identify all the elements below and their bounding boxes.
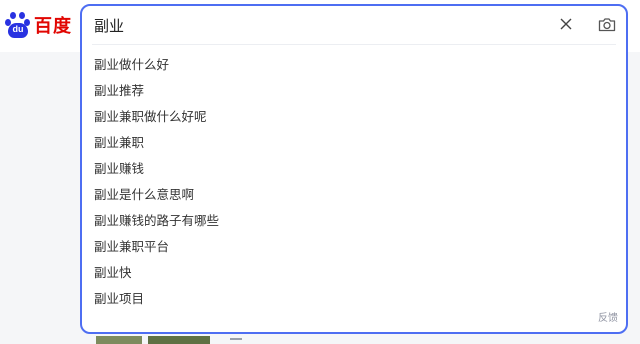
divider bbox=[92, 44, 616, 45]
camera-search-button[interactable] bbox=[594, 12, 620, 36]
suggestion-item[interactable]: 副业推荐 bbox=[82, 78, 626, 104]
thumbnail-partial bbox=[96, 336, 142, 344]
camera-icon bbox=[598, 17, 616, 31]
logo-mark-text: du bbox=[12, 24, 24, 34]
baidu-logo[interactable]: du 百度 bbox=[4, 10, 72, 40]
suggestion-item[interactable]: 副业兼职平台 bbox=[82, 234, 626, 260]
suggestion-list: 副业做什么好 副业推荐 副业兼职做什么好呢 副业兼职 副业赚钱 副业是什么意思啊 副业赚钱的… bbox=[82, 52, 626, 312]
thumbnail-partial bbox=[148, 336, 210, 344]
close-icon bbox=[560, 18, 572, 30]
search-input[interactable]: 副业 bbox=[94, 15, 124, 36]
logo-text: 百度 bbox=[34, 16, 72, 37]
suggestion-item[interactable]: 副业做什么好 bbox=[82, 52, 626, 78]
suggestion-item[interactable]: 副业兼职 bbox=[82, 130, 626, 156]
suggestion-item[interactable]: 副业是什么意思啊 bbox=[82, 182, 626, 208]
suggestion-item[interactable]: 副业快 bbox=[82, 260, 626, 286]
search-suggestion-panel: 副业 副业做什么好 副业推荐 副业兼职做什么好呢 副业兼职 副业赚钱 副业是什么意思啊 副业… bbox=[80, 4, 628, 334]
search-row: 副业 bbox=[82, 6, 626, 44]
suggestion-item[interactable]: 副业兼职做什么好呢 bbox=[82, 104, 626, 130]
text-partial bbox=[230, 338, 242, 340]
clear-button[interactable] bbox=[554, 12, 578, 36]
suggestion-item[interactable]: 副业项目 bbox=[82, 286, 626, 312]
suggestion-item[interactable]: 副业赚钱 bbox=[82, 156, 626, 182]
suggestion-item[interactable]: 副业赚钱的路子有哪些 bbox=[82, 208, 626, 234]
feedback-link[interactable]: 反馈 bbox=[598, 309, 618, 324]
paw-logo-icon: du bbox=[4, 11, 32, 39]
